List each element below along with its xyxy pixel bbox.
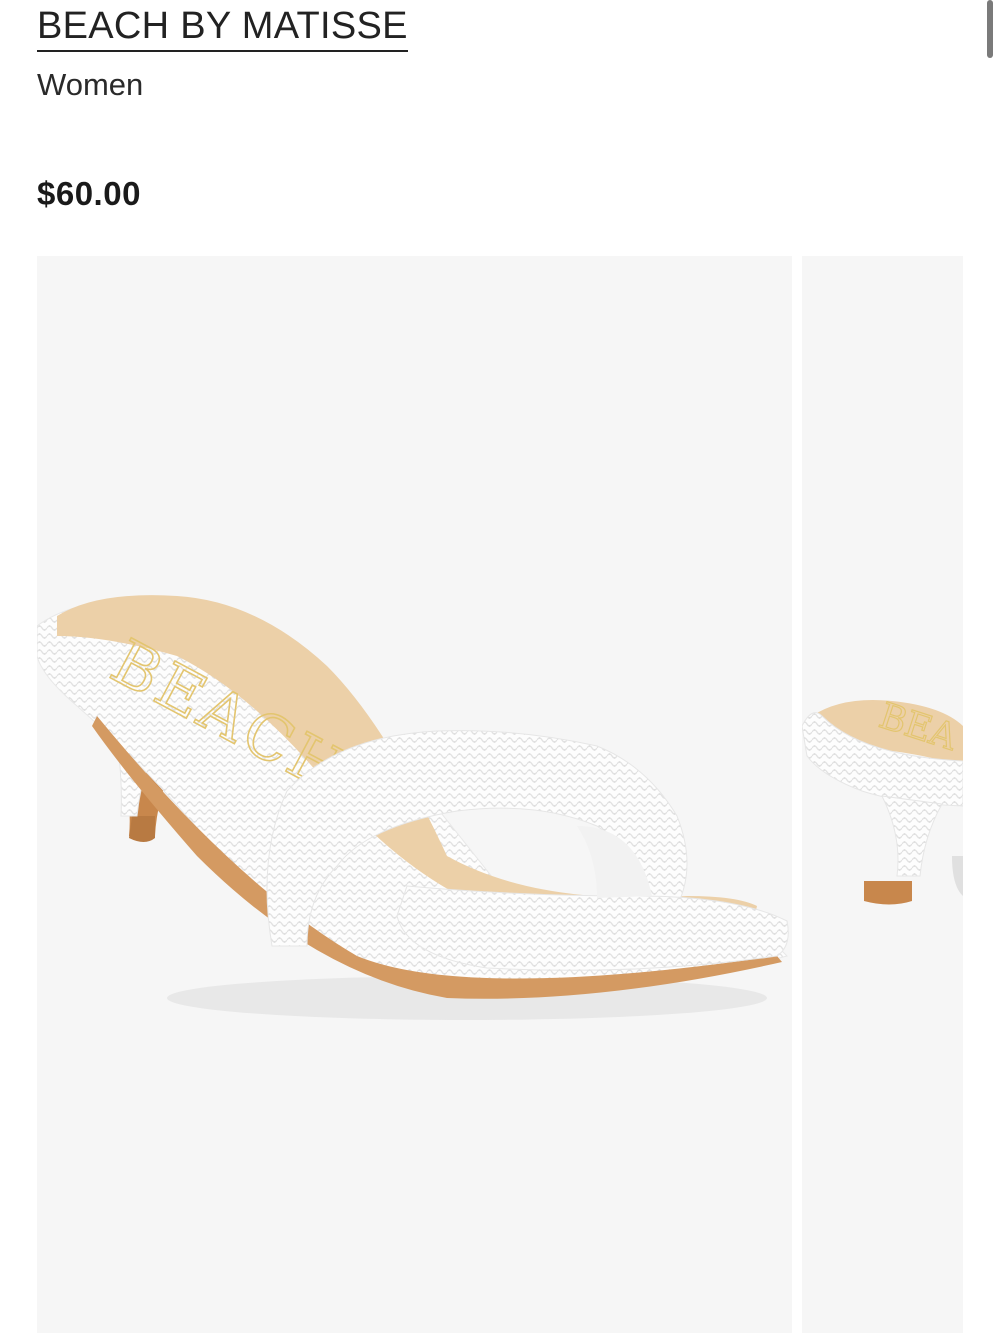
sandal-image: BEACH <box>37 595 789 1020</box>
product-image-next[interactable]: BEA <box>802 256 963 1333</box>
product-image-main[interactable]: BEACH <box>37 256 792 1333</box>
product-price: $60.00 <box>37 175 141 212</box>
product-image-gallery[interactable]: BEACH BEA <box>37 256 963 1333</box>
sandal-image-2: BEA <box>802 695 963 905</box>
page-scrollbar[interactable] <box>987 0 993 58</box>
product-category: Women <box>37 67 144 102</box>
brand-link[interactable]: BEACH BY MATISSE <box>37 4 408 52</box>
